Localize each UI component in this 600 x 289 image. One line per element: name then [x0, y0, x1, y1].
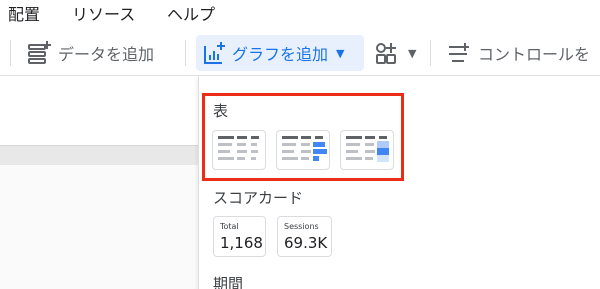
menu-bar: 配置 リソース ヘルプ — [0, 0, 600, 26]
toolbar-divider — [430, 40, 431, 66]
table-bars-icon — [282, 136, 327, 161]
scorecard-option-sessions[interactable]: Sessions 69.3K — [277, 216, 332, 257]
table-heatmap-option[interactable] — [340, 130, 394, 170]
table-section-title: 表 — [213, 102, 229, 120]
filter-control-icon — [446, 40, 472, 66]
add-chart-dropdown: 表 スコアカード Total 1,168 Sessions 69.3K 期間 — [198, 76, 600, 289]
chevron-down-icon: ▼ — [408, 46, 417, 60]
scorecard-label: Total — [220, 222, 239, 231]
add-data-label: データを追加 — [58, 45, 155, 64]
add-control-button[interactable]: コントロールを — [440, 35, 596, 71]
scorecard-value: 1,168 — [220, 234, 263, 252]
toolbar-divider — [10, 40, 11, 66]
table-with-bars-option[interactable] — [276, 130, 330, 170]
scorecard-value: 69.3K — [284, 234, 328, 252]
chevron-down-icon: ▼ — [336, 46, 345, 60]
add-control-label: コントロールを — [478, 45, 591, 64]
toolbar: データを追加 グラフを追加 ▼ ▼ コントロールを — [0, 30, 600, 76]
add-data-icon — [26, 40, 52, 66]
scorecard-option-total[interactable]: Total 1,168 — [213, 216, 266, 257]
menu-help[interactable]: ヘルプ — [167, 1, 215, 25]
canvas-ruler — [0, 145, 198, 165]
menu-arrange[interactable]: 配置 — [8, 1, 40, 25]
scorecard-label: Sessions — [284, 222, 319, 231]
toolbar-divider — [185, 40, 186, 66]
menu-resource[interactable]: リソース — [72, 1, 135, 25]
table-icon — [218, 136, 259, 160]
period-section-title: 期間 — [213, 275, 244, 289]
add-chart-button[interactable]: グラフを追加 ▼ — [196, 35, 364, 71]
add-chart-icon — [202, 40, 226, 66]
add-data-button[interactable]: データを追加 — [20, 35, 160, 71]
community-visualizations-button[interactable]: ▼ — [368, 35, 422, 71]
community-visualizations-icon — [374, 40, 400, 66]
scorecard-section-title: スコアカード — [213, 189, 304, 207]
table-chart-option[interactable] — [212, 130, 266, 170]
report-canvas[interactable] — [0, 165, 198, 289]
add-chart-label: グラフを追加 — [232, 45, 329, 64]
table-heatmap-icon — [346, 136, 389, 162]
